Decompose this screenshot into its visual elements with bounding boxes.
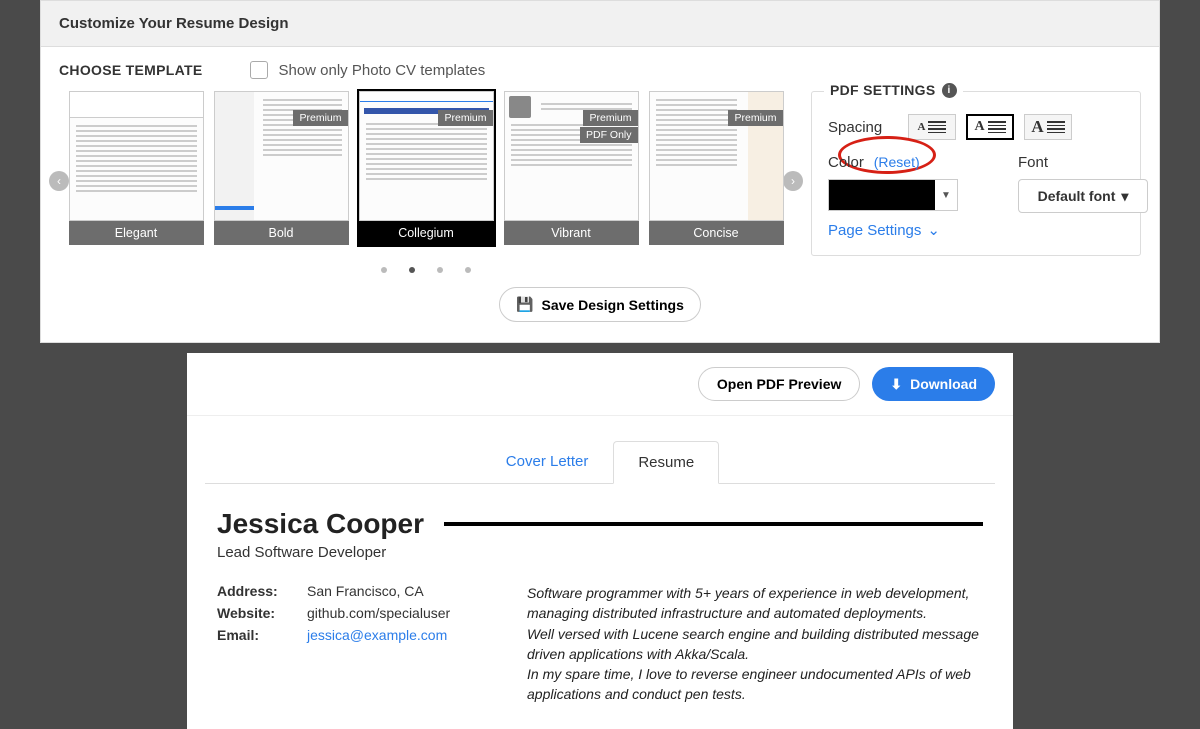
carousel-dot[interactable]: [409, 267, 415, 273]
carousel-dot[interactable]: [465, 267, 471, 273]
template-thumbnail: Premium: [359, 91, 494, 221]
premium-badge: Premium: [728, 110, 782, 126]
template-card-bold[interactable]: Premium Bold: [214, 91, 349, 245]
tab-cover-letter[interactable]: Cover Letter: [481, 440, 614, 483]
website-value: github.com/specialuser: [307, 605, 450, 621]
resume-role: Lead Software Developer: [217, 544, 983, 561]
pdf-settings-title: PDF SETTINGS: [830, 82, 936, 98]
font-label: Font: [1018, 154, 1148, 171]
spacing-option-small[interactable]: A: [908, 114, 956, 140]
carousel-pagination: [59, 267, 793, 273]
info-icon[interactable]: i: [942, 83, 957, 98]
template-thumbnail: Premium PDF Only: [504, 91, 639, 221]
premium-badge: Premium: [438, 110, 492, 126]
color-label: Color: [828, 154, 864, 171]
save-design-button[interactable]: 💾 Save Design Settings: [499, 287, 701, 322]
color-picker[interactable]: ▼: [828, 179, 958, 211]
carousel-dot[interactable]: [437, 267, 443, 273]
carousel-dot[interactable]: [381, 267, 387, 273]
color-reset-link[interactable]: (Reset): [874, 154, 920, 170]
resume-summary: Software programmer with 5+ years of exp…: [527, 583, 983, 705]
resume-name: Jessica Cooper: [217, 508, 424, 540]
divider-line: [444, 522, 983, 526]
open-pdf-preview-button[interactable]: Open PDF Preview: [698, 367, 860, 401]
pdf-only-badge: PDF Only: [580, 127, 638, 143]
choose-template-label: CHOOSE TEMPLATE: [59, 62, 202, 78]
template-name: Vibrant: [504, 221, 639, 245]
carousel-prev-button[interactable]: ‹: [49, 171, 69, 191]
chevron-down-icon: ▼: [935, 190, 957, 201]
chevron-down-icon: ⌄: [927, 221, 940, 239]
template-card-elegant[interactable]: Elegant: [69, 91, 204, 245]
template-name: Bold: [214, 221, 349, 245]
resume-preview: Open PDF Preview ⬇ Download Cover Letter…: [187, 353, 1013, 729]
template-thumbnail: Premium: [214, 91, 349, 221]
preview-tabs: Cover Letter Resume: [187, 440, 1013, 483]
download-icon: ⬇: [890, 376, 902, 393]
tab-resume[interactable]: Resume: [613, 441, 719, 484]
template-card-collegium[interactable]: Premium Collegium: [359, 91, 494, 245]
template-carousel: ‹ › Elegant: [59, 91, 793, 273]
premium-badge: Premium: [583, 110, 637, 126]
font-select[interactable]: Default font ▾: [1018, 179, 1148, 213]
website-label: Website:: [217, 605, 307, 621]
photo-filter-label: Show only Photo CV templates: [278, 62, 485, 79]
pdf-settings-panel: PDF SETTINGS i Spacing A A A: [811, 91, 1141, 256]
premium-badge: Premium: [293, 110, 347, 126]
spacing-option-medium[interactable]: A: [966, 114, 1014, 140]
contact-block: Address: San Francisco, CA Website: gith…: [217, 583, 487, 705]
template-name: Concise: [649, 221, 784, 245]
address-label: Address:: [217, 583, 307, 599]
checkbox-icon[interactable]: [250, 61, 268, 79]
email-label: Email:: [217, 627, 307, 643]
spacing-label: Spacing: [828, 119, 908, 136]
download-button[interactable]: ⬇ Download: [872, 367, 995, 401]
font-value: Default font: [1038, 188, 1116, 204]
caret-down-icon: ▾: [1121, 188, 1128, 205]
template-card-concise[interactable]: Premium Concise: [649, 91, 784, 245]
email-value[interactable]: jessica@example.com: [307, 627, 447, 643]
color-swatch: [829, 180, 935, 210]
spacing-option-large[interactable]: A: [1024, 114, 1072, 140]
template-thumbnail: Premium: [649, 91, 784, 221]
save-icon: 💾: [516, 296, 533, 313]
template-card-vibrant[interactable]: Premium PDF Only Vibrant: [504, 91, 639, 245]
template-name: Collegium: [359, 221, 494, 245]
template-name: Elegant: [69, 221, 204, 245]
address-value: San Francisco, CA: [307, 583, 424, 599]
template-thumbnail: [69, 91, 204, 221]
photo-cv-filter[interactable]: Show only Photo CV templates: [250, 61, 485, 79]
carousel-next-button[interactable]: ›: [783, 171, 803, 191]
page-title: Customize Your Resume Design: [41, 1, 1159, 47]
page-settings-toggle[interactable]: Page Settings ⌄: [828, 221, 1124, 239]
